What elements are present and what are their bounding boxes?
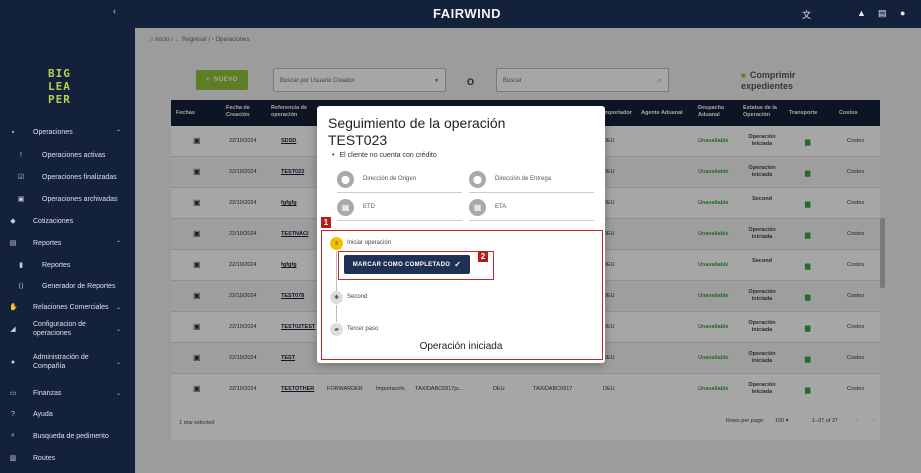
sidebar-item-label: Generador de Reportes [42, 282, 116, 290]
annotation-badge-2: 2 [478, 251, 488, 262]
sidebar-item-5[interactable]: ▤ Reportes ⌃ [0, 234, 135, 252]
truck-icon: ▰ [330, 323, 343, 336]
etd-label: ETD [363, 204, 375, 210]
mark-complete-label: MARCAR COMO COMPLETADO [352, 261, 451, 268]
sidebar-item-6[interactable]: ▮ Reportes [0, 256, 135, 274]
calendar-icon: ▦ [469, 199, 486, 216]
eta-field[interactable]: ▦ ETA [469, 199, 594, 221]
handshake-icon: ✋ [9, 304, 18, 311]
brand-title: FAIRWIND [433, 6, 502, 21]
bar-chart-icon: ▮ [19, 262, 23, 269]
sidebar-item-7[interactable]: ⟨⟩ Generador de Reportes [0, 277, 135, 295]
origin-label: Dirección de Origen [363, 176, 417, 182]
sidebar-item-3[interactable]: ▣ Operaciones archivadas [0, 190, 135, 208]
report-icon: ▤ [9, 240, 17, 247]
destination-field[interactable]: ⬤ Dirección de Entrega [469, 171, 594, 193]
sidebar-item-14[interactable]: ▥ Routes [0, 449, 135, 467]
location-pin-icon: ⬤ [337, 171, 354, 188]
gear-icon: ✱ [330, 291, 343, 304]
check-icon: ✓ [454, 260, 462, 269]
eta-label: ETA [495, 204, 507, 210]
sidebar-item-label: Relaciones Comerciales [33, 303, 109, 311]
chat-icon[interactable]: ▤ [878, 8, 887, 19]
sidebar-item-label: Busqueda de pedimento [33, 432, 109, 440]
checklist-icon: ≡ [330, 237, 343, 250]
translate-icon[interactable]: 文 [802, 8, 811, 21]
sidebar-item-0[interactable]: ▪ Operaciones ⌃ [0, 123, 135, 141]
chevron-icon: ⌃ [115, 129, 121, 136]
chevron-icon: ⌄ [115, 326, 121, 333]
step-3-label: Tercer paso [347, 326, 379, 332]
step-connector [336, 251, 337, 291]
chevron-icon: ⌄ [115, 359, 121, 366]
sidebar-item-1[interactable]: ! Operaciones activas [0, 146, 135, 164]
sidebar-item-label: Operaciones activas [42, 151, 106, 159]
sidebar-item-label: Reportes [33, 239, 62, 247]
step-2-label: Second [347, 294, 368, 300]
sidebar-item-label: Operaciones [33, 128, 73, 136]
chevron-icon: ⌄ [115, 304, 121, 311]
step-connector [336, 305, 337, 322]
sidebar-item-label: Configuracion de operaciones [33, 321, 86, 337]
topbar: FAIRWIND 文 ▲ ▤ ● [135, 0, 921, 28]
money-icon: ▭ [9, 390, 17, 397]
credit-notice: El cliente no cuenta con crédito [332, 152, 436, 159]
calendar-icon: ▦ [337, 199, 354, 216]
sidebar: ‹ BIG LEA PER ▪ Operaciones ⌃! Operaciones … [0, 0, 135, 473]
settings-icon: ◢ [10, 326, 16, 333]
chevron-icon: ⌃ [115, 240, 121, 247]
sidebar-item-12[interactable]: ? Ayuda [0, 405, 135, 423]
tag-icon: ◆ [10, 218, 16, 225]
annotation-badge-1: 1 [321, 217, 331, 228]
search-icon: ⌕ [11, 432, 15, 439]
briefcase-icon: ▪ [11, 128, 15, 136]
destination-label: Dirección de Entrega [495, 176, 552, 182]
sidebar-item-9[interactable]: ◢ Configuracion de operaciones ⌄ [0, 320, 135, 338]
etd-field[interactable]: ▦ ETD [337, 199, 462, 221]
sidebar-item-label: Cotizaciones [33, 217, 74, 225]
origin-field[interactable]: ⬤ Dirección de Origen [337, 171, 462, 193]
sidebar-item-8[interactable]: ✋ Relaciones Comerciales ⌄ [0, 298, 135, 316]
check-box-icon: ☑ [17, 174, 25, 181]
sidebar-item-label: Administración de Compañía [33, 354, 89, 370]
archive-icon: ▣ [17, 196, 25, 203]
help-icon: ? [11, 410, 15, 418]
sidebar-item-2[interactable]: ☑ Operaciones finalizadas [0, 168, 135, 186]
sidebar-item-label: Reportes [42, 261, 71, 269]
mark-complete-button[interactable]: MARCAR COMO COMPLETADO ✓ [344, 255, 470, 274]
map-icon: ▥ [9, 455, 17, 462]
sidebar-item-label: Operaciones archivadas [42, 195, 118, 203]
current-state-text: Operación iniciada [419, 341, 503, 352]
sidebar-item-label: Operaciones finalizadas [42, 173, 117, 181]
step-1-label: Iniciar operación [347, 240, 392, 246]
logo: BIG LEA PER [48, 67, 71, 106]
sidebar-item-label: Routes [33, 454, 56, 462]
chevron-icon: ⌄ [115, 390, 121, 397]
sidebar-item-label: Ayuda [33, 410, 53, 418]
sidebar-item-label: Finanzas [33, 389, 62, 397]
collapse-sidebar-icon[interactable]: ‹ [113, 6, 116, 16]
code-icon: ⟨⟩ [18, 283, 24, 290]
alert-icon: ! [20, 151, 22, 159]
sidebar-item-11[interactable]: ▭ Finanzas ⌄ [0, 384, 135, 402]
account-icon[interactable]: ● [900, 8, 905, 18]
company-icon: ● [10, 358, 16, 366]
sidebar-item-13[interactable]: ⌕ Busqueda de pedimento [0, 427, 135, 445]
modal-title: Seguimiento de la operación TEST023 [328, 115, 506, 148]
sidebar-item-10[interactable]: ● Administración de Compañía ⌄ [0, 353, 135, 371]
sidebar-item-4[interactable]: ◆ Cotizaciones [0, 212, 135, 230]
notification-bell-icon[interactable]: ▲ [857, 8, 866, 18]
operation-tracking-modal: Seguimiento de la operación TEST023 El c… [317, 106, 605, 363]
location-pin-icon: ⬤ [469, 171, 486, 188]
